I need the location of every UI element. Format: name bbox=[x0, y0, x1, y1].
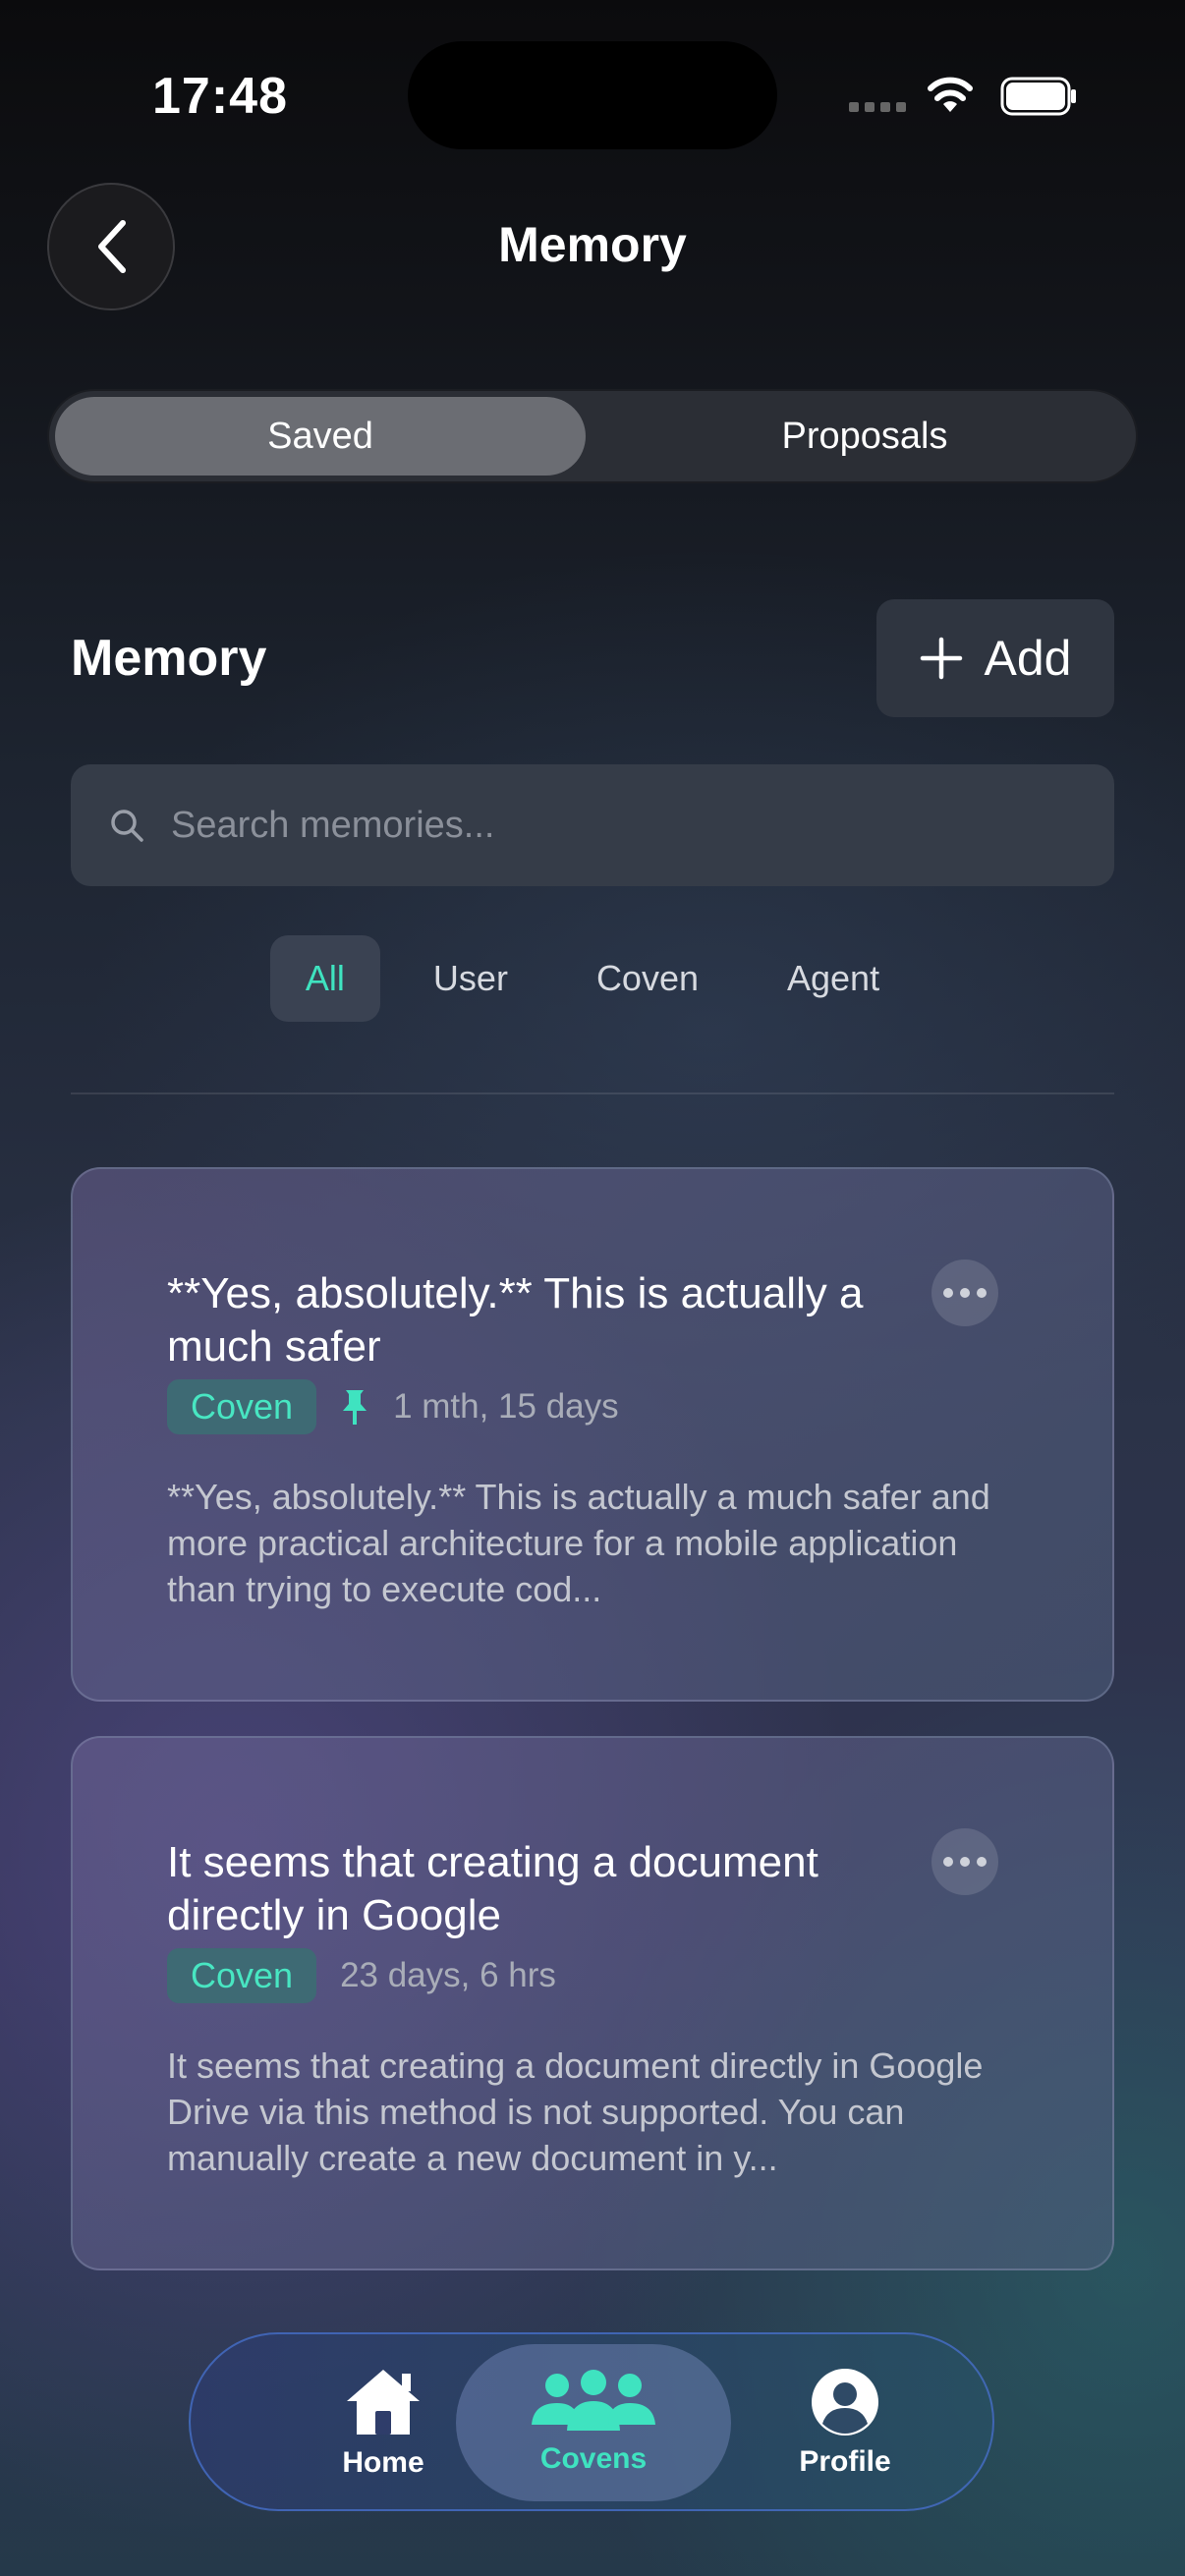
memory-meta: Coven 23 days, 6 hrs bbox=[167, 1948, 556, 2003]
filter-all[interactable]: All bbox=[269, 935, 380, 1022]
more-options-button[interactable] bbox=[931, 1828, 998, 1895]
add-label: Add bbox=[984, 631, 1072, 686]
page-title: Memory bbox=[498, 217, 687, 272]
scope-tag: Coven bbox=[167, 1379, 317, 1434]
pin-icon bbox=[343, 1390, 367, 1425]
nav-profile-label: Profile bbox=[799, 2445, 891, 2478]
nav-profile[interactable]: Profile bbox=[707, 2344, 983, 2501]
nav-home-label: Home bbox=[342, 2446, 424, 2479]
memory-title: **Yes, absolutely.** This is actually a … bbox=[167, 1269, 864, 1371]
memory-age: 1 mth, 15 days bbox=[393, 1387, 619, 1426]
plus-icon bbox=[920, 637, 962, 680]
status-time: 17:48 bbox=[152, 68, 288, 125]
search-icon bbox=[111, 810, 143, 842]
tab-saved[interactable]: Saved bbox=[55, 397, 586, 476]
search-input[interactable] bbox=[169, 803, 1057, 848]
filter-coven[interactable]: Coven bbox=[561, 935, 734, 1022]
filter-chips: All User Coven Agent bbox=[0, 935, 1185, 1022]
search-bar bbox=[71, 764, 1114, 886]
memory-body: It seems that creating a document direct… bbox=[167, 2045, 984, 2178]
more-options-button[interactable] bbox=[931, 1260, 998, 1326]
memory-card[interactable]: It seems that creating a document direct… bbox=[71, 1736, 1114, 2270]
dynamic-island bbox=[408, 41, 777, 149]
section-title: Memory bbox=[71, 630, 267, 687]
segmented-control: Saved Proposals bbox=[47, 389, 1138, 483]
covens-icon bbox=[532, 2370, 655, 2431]
memory-age: 23 days, 6 hrs bbox=[340, 1956, 556, 1994]
memory-meta: Coven 1 mth, 15 days bbox=[167, 1379, 619, 1434]
scope-tag: Coven bbox=[167, 1948, 317, 2003]
memory-body: **Yes, absolutely.** This is actually a … bbox=[167, 1477, 990, 1609]
memory-title: It seems that creating a document direct… bbox=[167, 1838, 818, 1939]
divider bbox=[71, 1092, 1114, 1094]
home-icon bbox=[347, 2370, 420, 2435]
memory-card[interactable]: **Yes, absolutely.** This is actually a … bbox=[71, 1167, 1114, 1702]
nav-covens-label: Covens bbox=[539, 2442, 648, 2475]
bottom-nav: Home Covens Profile bbox=[189, 2332, 994, 2511]
profile-icon bbox=[812, 2369, 878, 2436]
tab-proposals[interactable]: Proposals bbox=[599, 397, 1130, 476]
nav-covens[interactable]: Covens bbox=[456, 2344, 731, 2501]
wifi-icon bbox=[928, 77, 973, 112]
filter-user[interactable]: User bbox=[398, 935, 543, 1022]
cellular-signal-icon bbox=[849, 102, 906, 112]
battery-icon bbox=[1000, 77, 1076, 116]
filter-agent[interactable]: Agent bbox=[752, 935, 915, 1022]
add-memory-button[interactable]: Add bbox=[876, 599, 1114, 717]
